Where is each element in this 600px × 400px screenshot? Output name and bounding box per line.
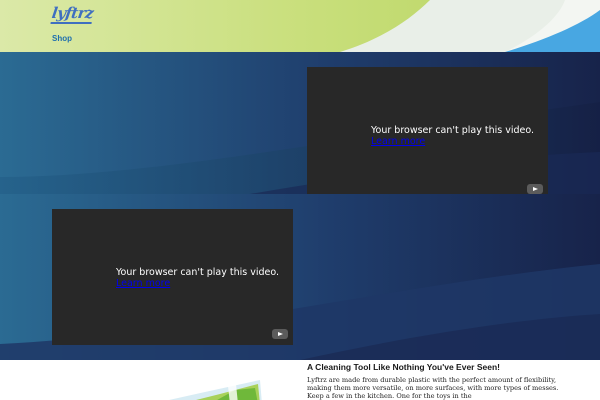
youtube-icon[interactable] [527, 184, 543, 194]
product-image [169, 380, 262, 400]
product-section: A Cleaning Tool Like Nothing You've Ever… [0, 360, 600, 400]
video-player-1[interactable]: Your browser can't play this video. Lear… [307, 67, 548, 194]
product-description: Lyftrz are made from durable plastic wit… [307, 376, 559, 400]
nav-shop-link[interactable]: Shop [52, 34, 72, 43]
video-2-error-message: Your browser can't play this video. Lear… [116, 267, 279, 289]
video-player-2[interactable]: Your browser can't play this video. Lear… [52, 209, 293, 345]
youtube-icon[interactable] [272, 329, 288, 339]
video-1-learn-more-link[interactable]: Learn more [371, 136, 534, 147]
site-header: lyftrz Shop [0, 0, 600, 52]
hero-banner-2: Your browser can't play this video. Lear… [0, 194, 600, 360]
logo-underline [50, 22, 92, 24]
product-heading: A Cleaning Tool Like Nothing You've Ever… [307, 362, 500, 372]
hero-banner-1: Your browser can't play this video. Lear… [0, 52, 600, 194]
video-1-error-message: Your browser can't play this video. Lear… [371, 125, 534, 147]
brand-logo-text: lyftrz [50, 4, 95, 22]
video-2-message-text: Your browser can't play this video. [116, 267, 280, 278]
video-1-message-text: Your browser can't play this video. [371, 125, 535, 136]
brand-logo[interactable]: lyftrz [50, 4, 95, 24]
video-2-learn-more-link[interactable]: Learn more [116, 278, 279, 289]
